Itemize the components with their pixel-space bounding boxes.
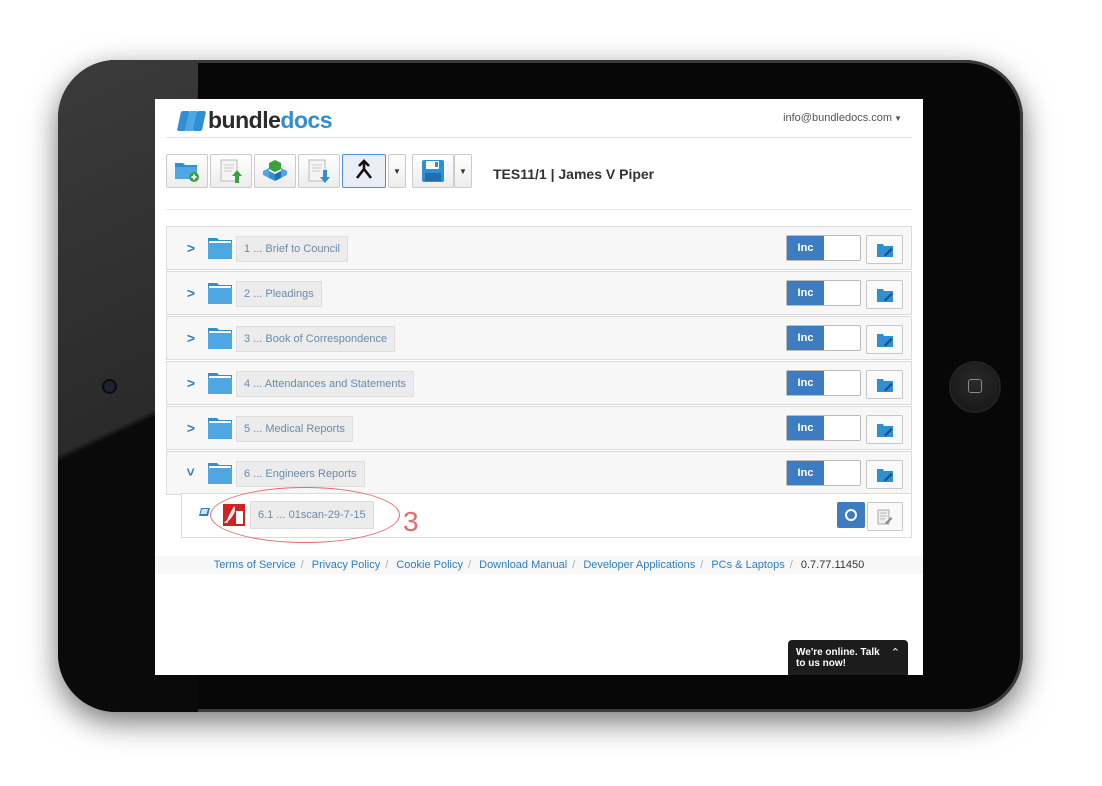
caret-down-icon: ▼ (393, 166, 401, 176)
download-button[interactable] (298, 154, 340, 188)
section-label[interactable]: 3 ... Book of Correspondence (236, 326, 396, 352)
folder-icon (208, 463, 232, 484)
caret-down-icon: ▼ (459, 166, 467, 176)
upload-document-button[interactable] (210, 154, 252, 188)
user-email: info@bundledocs.com (783, 112, 893, 124)
cubes-icon (263, 160, 287, 181)
document-download-icon (308, 159, 330, 183)
folder-icon (208, 373, 232, 394)
section-edit-button[interactable] (866, 460, 903, 489)
chevron-right-icon[interactable]: > (185, 420, 197, 436)
section-row[interactable]: > 5 ... Medical Reports Inc (166, 406, 912, 450)
edit-document-icon (877, 509, 893, 524)
chat-widget[interactable]: We're online. Talk to us now! ⌃ (788, 640, 908, 675)
merge-icon (355, 159, 373, 179)
circle-icon (845, 509, 857, 521)
folder-edit-icon (876, 468, 893, 482)
section-row[interactable]: > 2 ... Pleadings Inc (166, 271, 912, 315)
document-upload-icon (220, 159, 242, 183)
chevron-right-icon[interactable]: > (185, 285, 197, 301)
case-title: TES11/1 | James V Piper (493, 166, 655, 182)
chat-text: We're online. Talk to us now! (796, 647, 880, 669)
annotation-number: 3 (403, 506, 419, 537)
camera-icon (104, 381, 115, 392)
user-menu[interactable]: info@bundledocs.com ▼ (783, 112, 902, 124)
merge-button[interactable] (342, 154, 386, 188)
footer: Terms of Service / Privacy Policy / Cookie… (155, 556, 923, 574)
caret-down-icon: ▼ (894, 114, 902, 123)
save-dropdown-toggle[interactable]: ▼ (454, 154, 472, 188)
folder-edit-icon (876, 423, 893, 437)
chevron-right-icon[interactable]: > (185, 330, 197, 346)
logo-text: bundledocs (208, 107, 333, 133)
terms-link[interactable]: Terms of Service (214, 559, 296, 571)
section-row[interactable]: > 1 ... Brief to Council Inc (166, 226, 912, 270)
folder-add-icon (175, 163, 199, 182)
chevron-up-icon[interactable]: ⌃ (891, 646, 900, 659)
section-edit-button[interactable] (866, 415, 903, 444)
document-select-button[interactable] (837, 502, 865, 528)
merge-dropdown-toggle[interactable]: ▼ (388, 154, 406, 188)
include-toggle[interactable]: Inc (786, 235, 861, 261)
version-label: 0.7.77.11450 (800, 559, 865, 571)
include-toggle[interactable]: Inc (786, 370, 861, 396)
home-button (951, 363, 999, 411)
folder-icon (208, 418, 232, 439)
folder-edit-icon (876, 288, 893, 302)
app-header: bundledocs info@bundledocs.com ▼ (166, 99, 912, 138)
section-label[interactable]: 2 ... Pleadings (236, 281, 322, 307)
folder-edit-icon (876, 333, 893, 347)
include-toggle[interactable]: Inc (786, 460, 861, 486)
toolbar: ▼ ▼ (166, 153, 478, 189)
folder-edit-icon (876, 378, 893, 392)
include-toggle[interactable]: Inc (786, 325, 861, 351)
privacy-link[interactable]: Privacy Policy (312, 559, 380, 571)
save-icon (422, 160, 444, 182)
section-label[interactable]: 6 ... Engineers Reports (236, 461, 365, 487)
screen: bundledocs info@bundledocs.com ▼ ▼ ▼ TES… (155, 99, 923, 675)
chevron-down-icon[interactable]: > (183, 466, 199, 478)
chevron-right-icon[interactable]: > (185, 375, 197, 391)
cookie-link[interactable]: Cookie Policy (396, 559, 463, 571)
include-toggle[interactable]: Inc (786, 415, 861, 441)
new-section-button[interactable] (166, 154, 208, 188)
folder-icon (208, 283, 232, 304)
section-label[interactable]: 4 ... Attendances and Statements (236, 371, 415, 397)
build-bundle-button[interactable] (254, 154, 296, 188)
section-row[interactable]: > 3 ... Book of Correspondence Inc (166, 316, 912, 360)
bundledocs-logo[interactable]: bundledocs (176, 107, 333, 134)
folder-icon (208, 328, 232, 349)
include-toggle[interactable]: Inc (786, 280, 861, 306)
section-edit-button[interactable] (866, 370, 903, 399)
chevron-right-icon[interactable]: > (185, 240, 197, 256)
section-row[interactable]: > 4 ... Attendances and Statements Inc (166, 361, 912, 405)
section-edit-button[interactable] (866, 280, 903, 309)
save-button[interactable] (412, 154, 454, 188)
document-edit-button[interactable] (867, 502, 903, 531)
section-edit-button[interactable] (866, 325, 903, 354)
annotation-ellipse (210, 487, 400, 543)
folder-edit-icon (876, 243, 893, 257)
divider (166, 209, 912, 210)
folder-icon (208, 238, 232, 259)
pcs-laptops-link[interactable]: PCs & Laptops (711, 559, 784, 571)
section-label[interactable]: 5 ... Medical Reports (236, 416, 353, 442)
section-label[interactable]: 1 ... Brief to Council (236, 236, 348, 262)
section-edit-button[interactable] (866, 235, 903, 264)
section-list: > 1 ... Brief to Council Inc > 2 ... Ple… (166, 226, 912, 496)
logo-icon (176, 110, 207, 131)
download-manual-link[interactable]: Download Manual (479, 559, 567, 571)
developer-link[interactable]: Developer Applications (583, 559, 695, 571)
